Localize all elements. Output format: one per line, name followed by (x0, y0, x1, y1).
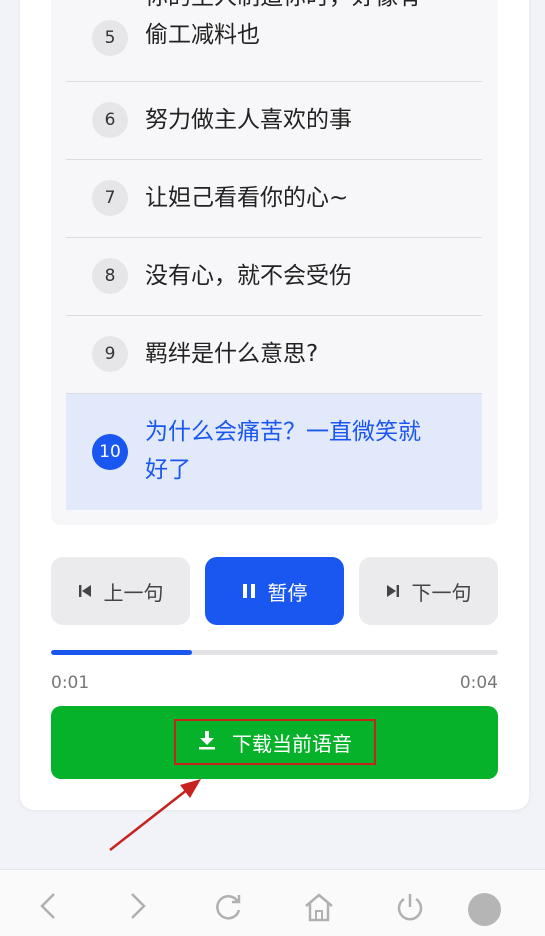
progress-fill (51, 650, 192, 655)
download-label: 下载当前语音 (232, 731, 352, 756)
next-sentence-button[interactable]: 下一句 (359, 557, 498, 625)
next-label: 下一句 (411, 580, 472, 605)
item-number: 6 (92, 102, 128, 138)
item-text: 努力做主人喜欢的事 (145, 107, 352, 133)
prev-label: 上一句 (103, 580, 164, 605)
item-text: 没有心，就不会受伤 (145, 263, 352, 289)
pause-label: 暂停 (267, 580, 308, 605)
item-text: 让妲己看看你的心~ (145, 185, 349, 211)
prev-sentence-button[interactable]: 上一句 (51, 557, 190, 625)
item-text: 你的主人制造你时，好像有 偷工减料也 (145, 0, 421, 48)
skip-previous-icon (78, 584, 92, 598)
total-time: 0:04 (459, 673, 498, 693)
skip-next-icon (386, 584, 400, 598)
list-item[interactable]: 6 努力做主人喜欢的事 (66, 82, 482, 160)
download-voice-button[interactable]: 下载当前语音 (51, 706, 498, 779)
refresh-icon[interactable] (213, 892, 243, 926)
progress-bar[interactable] (51, 650, 498, 655)
current-time: 0:01 (51, 673, 90, 693)
item-text: 为什么会痛苦？一直微笑就 好了 (145, 419, 421, 483)
item-number: 7 (92, 180, 128, 216)
item-number: 5 (92, 20, 128, 56)
back-icon[interactable] (36, 892, 60, 924)
power-icon[interactable] (395, 892, 425, 926)
browser-bottom-nav (0, 869, 545, 936)
item-number: 8 (92, 258, 128, 294)
annotation-arrow (109, 779, 201, 851)
item-number: 10 (92, 434, 128, 470)
list-item[interactable]: 8 没有心，就不会受伤 (66, 238, 482, 316)
list-item[interactable]: 7 让妲己看看你的心~ (66, 160, 482, 238)
item-text: 羁绊是什么意思? (145, 341, 319, 367)
home-icon[interactable] (303, 892, 335, 926)
download-icon (198, 730, 216, 755)
list-item[interactable]: 9 羁绊是什么意思? (66, 316, 482, 394)
forward-icon[interactable] (126, 892, 150, 924)
download-highlight-box: 下载当前语音 (174, 719, 376, 765)
pause-icon (242, 583, 256, 599)
pause-button[interactable]: 暂停 (205, 557, 344, 625)
item-number: 9 (92, 336, 128, 372)
avatar[interactable] (468, 893, 501, 926)
list-item-active[interactable]: 10 为什么会痛苦？一直微笑就 好了 (66, 394, 482, 510)
list-item[interactable]: 5 你的主人制造你时，好像有 偷工减料也 (66, 0, 482, 82)
